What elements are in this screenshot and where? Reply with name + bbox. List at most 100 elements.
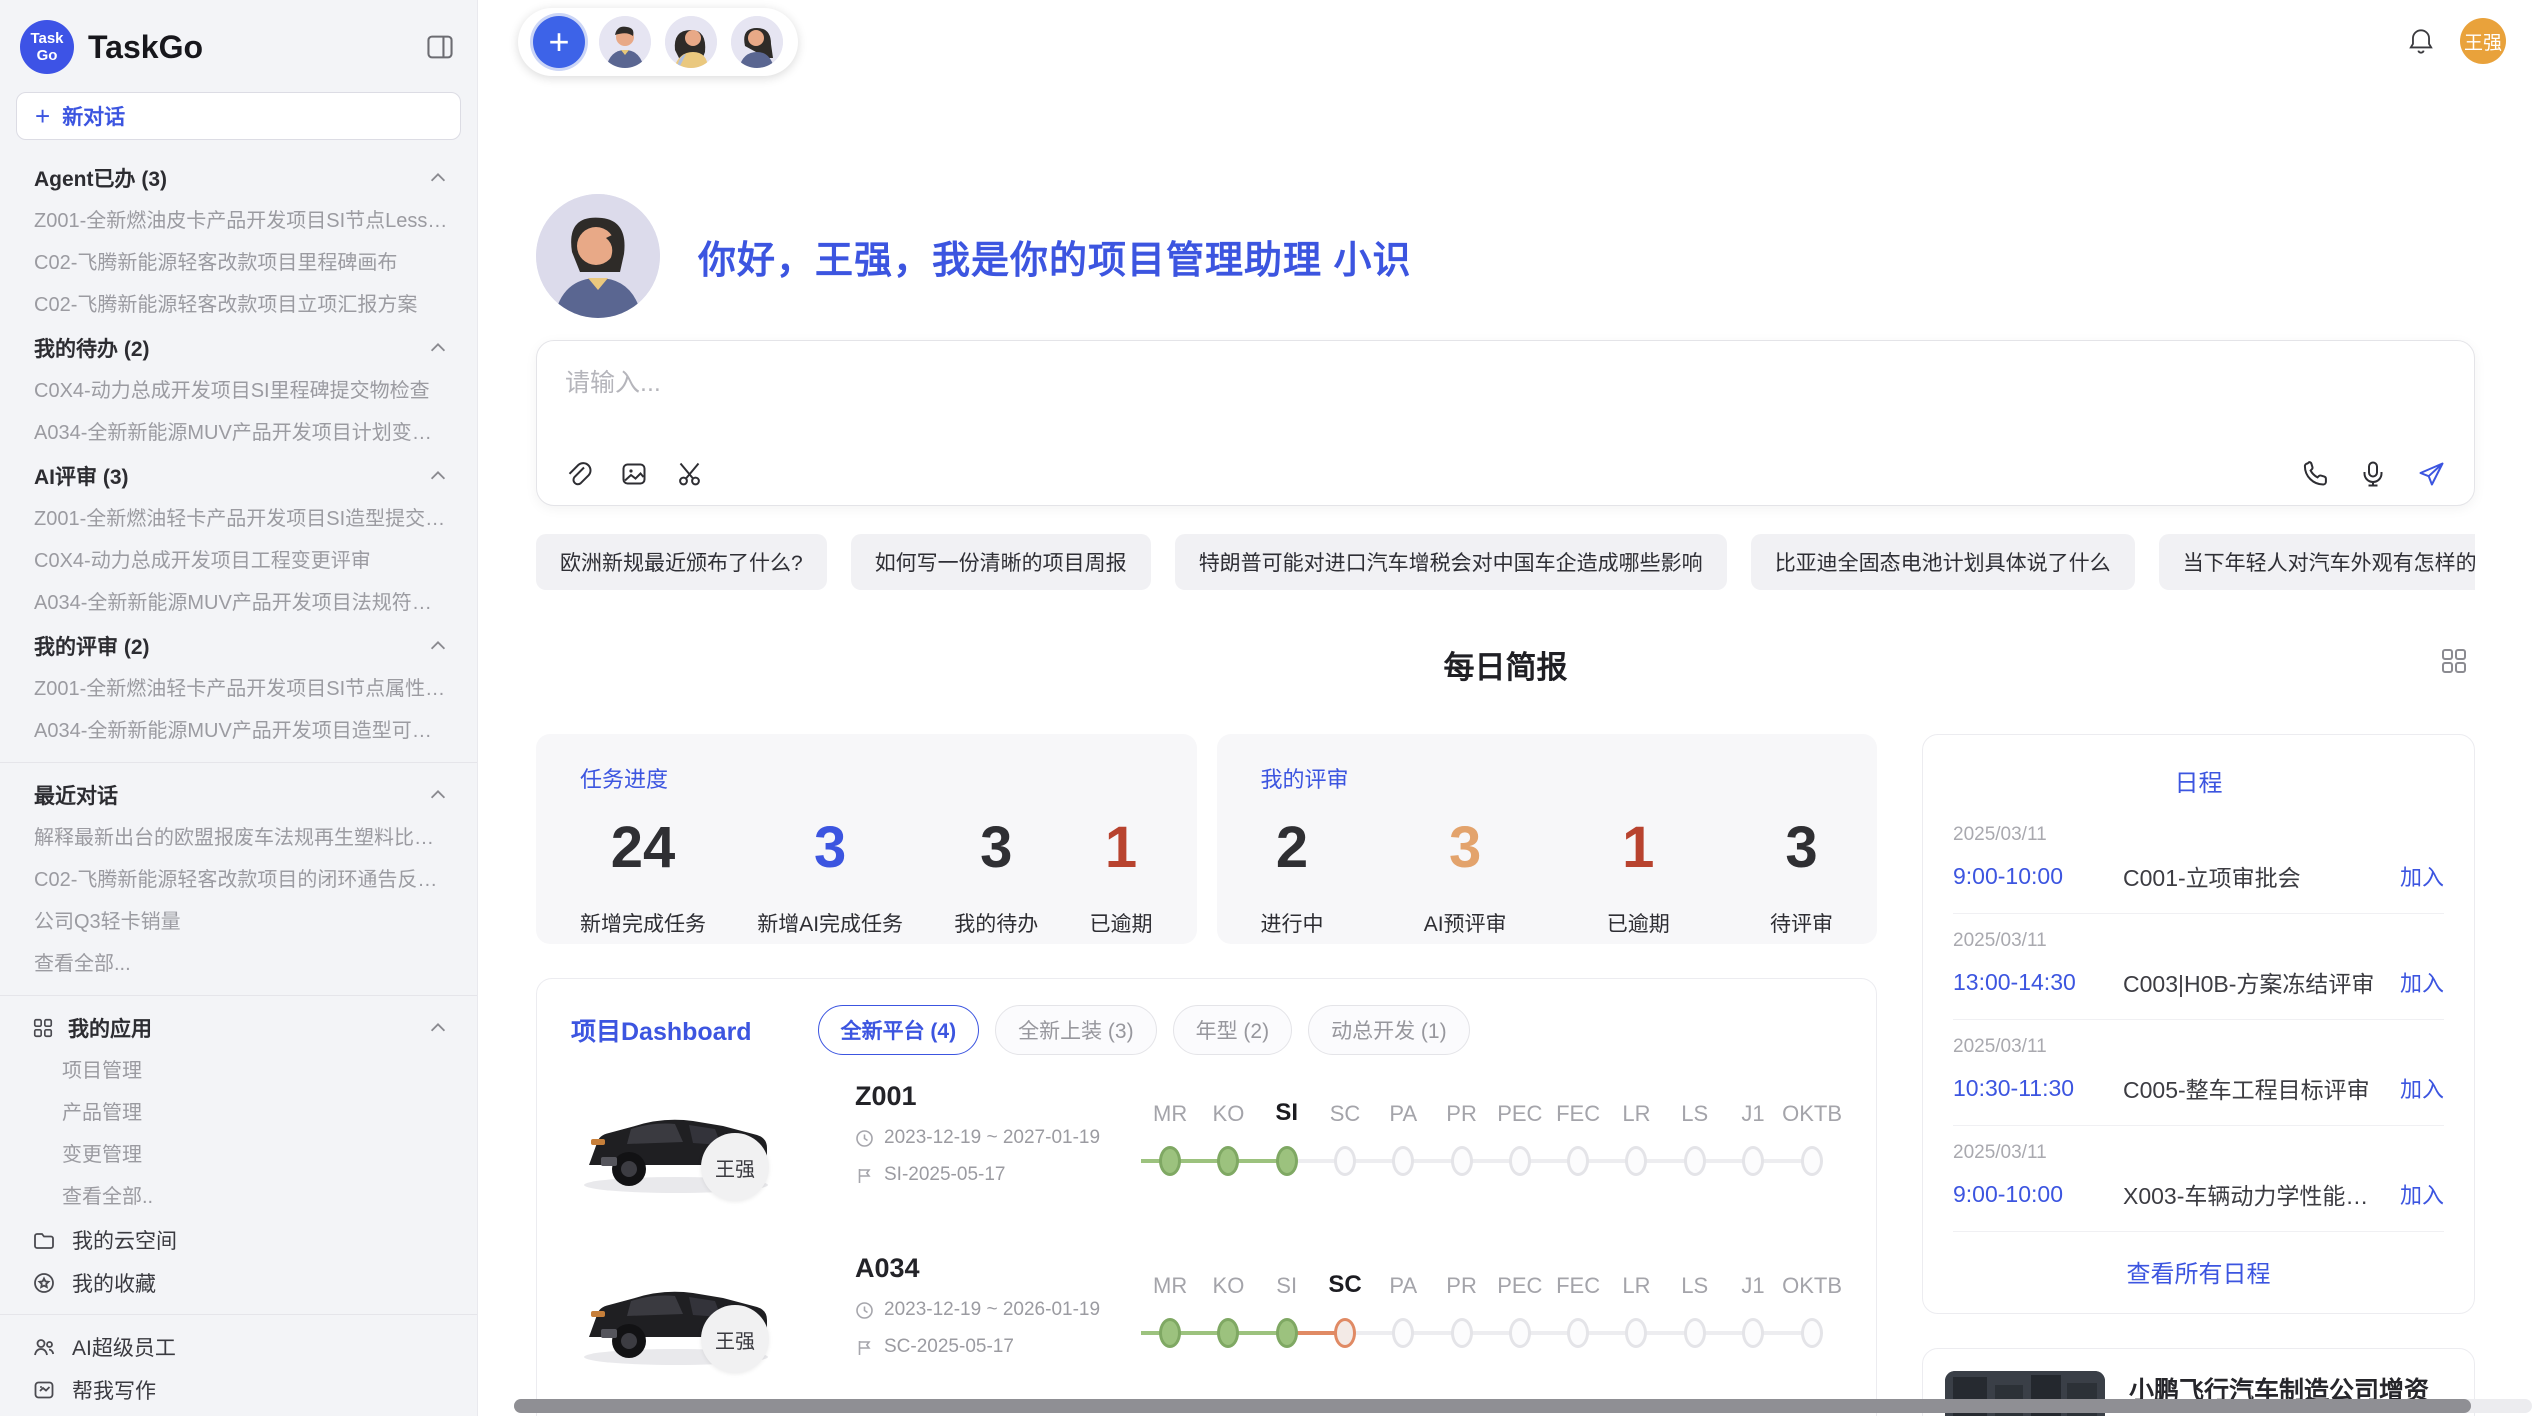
suggestion-chip[interactable]: 如何写一份清晰的项目周报 <box>851 534 1151 590</box>
notifications-bell-icon[interactable] <box>2406 26 2436 56</box>
milestone-dot[interactable] <box>1684 1146 1706 1176</box>
view-all-schedule-link[interactable]: 查看所有日程 <box>1953 1254 2444 1289</box>
sidebar-link-pen[interactable]: 创意制图 <box>0 1411 477 1416</box>
sidebar-item[interactable]: C02-飞腾新能源轻客改款项目里程碑画布 <box>0 242 477 284</box>
sidebar-link-folder[interactable]: 我的云空间 <box>0 1218 477 1261</box>
new-chat-button[interactable]: + 新对话 <box>16 92 461 140</box>
agent-avatar-2[interactable] <box>665 16 717 68</box>
add-agent-button[interactable]: + <box>533 16 585 68</box>
milestone-dot[interactable] <box>1392 1318 1414 1348</box>
project-milestone-text: SC-2025-05-17 <box>884 1336 1014 1358</box>
sidebar-section-header-my-review[interactable]: 我的评审 (2) <box>0 624 477 668</box>
milestone-dot[interactable] <box>1684 1318 1706 1348</box>
sidebar-collapse-icon[interactable] <box>425 32 455 62</box>
milestone-dot[interactable] <box>1217 1146 1239 1176</box>
milestone-dot[interactable] <box>1742 1318 1764 1348</box>
schedule-event: 2025/03/119:00-10:00C001-立项审批会加入 <box>1953 808 2444 914</box>
milestone-dot[interactable] <box>1392 1146 1414 1176</box>
milestone-dot[interactable] <box>1159 1318 1181 1348</box>
sidebar-item[interactable]: 解释最新出台的欧盟报废车法规再生塑料比例被调至15%... <box>0 817 477 859</box>
event-join-link[interactable]: 加入 <box>2400 860 2444 892</box>
project-dates-text: 2023-12-19 ~ 2027-01-19 <box>884 1127 1100 1149</box>
milestone-dot[interactable] <box>1334 1146 1356 1176</box>
sidebar-app-item[interactable]: 查看全部.. <box>0 1176 477 1218</box>
milestone-label: FEC <box>1556 1093 1600 1127</box>
event-join-link[interactable]: 加入 <box>2400 1072 2444 1104</box>
sidebar-item[interactable]: Z001-全新燃油皮卡产品开发项目SI节点Lesson Learn报告 <box>0 200 477 242</box>
sidebar-app-item[interactable]: 项目管理 <box>0 1050 477 1092</box>
milestone-dot[interactable] <box>1801 1146 1823 1176</box>
sidebar-section-header-ai-review[interactable]: AI评审 (3) <box>0 454 477 498</box>
suggestion-chip[interactable]: 欧洲新规最近颁布了什么? <box>536 534 827 590</box>
microphone-icon[interactable] <box>2358 459 2388 489</box>
stat-values: 2进行中3AI预评审1已逾期3待评审 <box>1261 816 1834 938</box>
sidebar-item[interactable]: Z001-全新燃油轻卡产品开发项目SI造型提交物评审 <box>0 498 477 540</box>
chat-input[interactable] <box>563 361 2174 431</box>
milestone-dot[interactable] <box>1509 1318 1531 1348</box>
milestone-dot[interactable] <box>1334 1318 1356 1348</box>
milestone-dot[interactable] <box>1625 1318 1647 1348</box>
sidebar-link-write[interactable]: 帮我写作 <box>0 1368 477 1411</box>
event-join-link[interactable]: 加入 <box>2400 966 2444 998</box>
milestone-dot[interactable] <box>1276 1146 1298 1176</box>
sidebar-section-header-agent-done[interactable]: Agent已办 (3) <box>0 156 477 200</box>
milestone-dot[interactable] <box>1451 1146 1473 1176</box>
sidebar-link-people[interactable]: AI超级员工 <box>0 1325 477 1368</box>
chevron-up-icon <box>427 784 449 806</box>
sidebar-item[interactable]: A034-全新新能源MUV产品开发项目法规符合性评审 <box>0 582 477 624</box>
milestone-dot[interactable] <box>1509 1146 1531 1176</box>
user-avatar[interactable]: 王强 <box>2460 18 2506 64</box>
sidebar-item[interactable]: 公司Q3轻卡销量 <box>0 901 477 943</box>
suggestion-chip[interactable]: 特朗普可能对进口汽车增税会对中国车企造成哪些影响 <box>1175 534 1727 590</box>
suggestion-chip[interactable]: 当下年轻人对汽车外观有怎样的喜好趋势 <box>2159 534 2475 590</box>
sidebar-item[interactable]: A034-全新新能源MUV产品开发项目计划变更类编写 <box>0 412 477 454</box>
sidebar-section-header-my-todo[interactable]: 我的待办 (2) <box>0 326 477 370</box>
milestone-dot-row <box>1491 1311 1549 1355</box>
milestone-label: OKTB <box>1782 1093 1842 1127</box>
sidebar-item[interactable]: A034-全新新能源MUV产品开发项目造型可行性评审 <box>0 710 477 752</box>
sidebar-item[interactable]: C02-飞腾新能源轻客改款项目的闭环通告反馈情况 <box>0 859 477 901</box>
milestone-dot[interactable] <box>1276 1318 1298 1348</box>
agent-avatar-3[interactable] <box>731 16 783 68</box>
dashboard-tab[interactable]: 动总开发 (1) <box>1308 1005 1470 1055</box>
event-join-link[interactable]: 加入 <box>2400 1178 2444 1210</box>
sidebar-link-badge[interactable]: 我的收藏 <box>0 1261 477 1304</box>
dashboard-tab[interactable]: 全新平台 (4) <box>818 1005 980 1055</box>
milestone-dot[interactable] <box>1217 1318 1239 1348</box>
milestone-label: SI <box>1275 1093 1298 1127</box>
sidebar-app-item[interactable]: 变更管理 <box>0 1134 477 1176</box>
attach-file-icon[interactable] <box>563 459 593 489</box>
dashboard-tab[interactable]: 全新上装 (3) <box>995 1005 1157 1055</box>
suggestion-chip[interactable]: 比亚迪全固态电池计划具体说了什么 <box>1751 534 2135 590</box>
milestone-LS: LS <box>1666 1093 1724 1183</box>
horizontal-scrollbar-thumb[interactable] <box>514 1399 2471 1413</box>
schedule-event: 2025/03/119:00-10:00X003-车辆动力学性能验...加入 <box>1953 1126 2444 1232</box>
voice-call-icon[interactable] <box>2300 459 2330 489</box>
flag-icon <box>855 1166 874 1185</box>
milestone-dot[interactable] <box>1742 1146 1764 1176</box>
sidebar-app-item[interactable]: 产品管理 <box>0 1092 477 1134</box>
sidebar-section-header-recent-chats[interactable]: 最近对话 <box>0 773 477 817</box>
milestone-dot[interactable] <box>1567 1318 1589 1348</box>
image-upload-icon[interactable] <box>619 459 649 489</box>
layout-grid-icon[interactable] <box>2439 646 2469 676</box>
sidebar-item[interactable]: C02-飞腾新能源轻客改款项目立项汇报方案 <box>0 284 477 326</box>
milestone-dot[interactable] <box>1451 1318 1473 1348</box>
sidebar-link-label: 我的收藏 <box>72 1268 156 1298</box>
sidebar-item[interactable]: C0X4-动力总成开发项目工程变更评审 <box>0 540 477 582</box>
sidebar-item[interactable]: Z001-全新燃油轻卡产品开发项目SI节点属性5D文件评审 <box>0 668 477 710</box>
send-icon[interactable] <box>2416 459 2446 489</box>
milestone-dot[interactable] <box>1159 1146 1181 1176</box>
milestone-dot-row <box>1258 1139 1316 1183</box>
milestone-dot[interactable] <box>1567 1146 1589 1176</box>
sidebar-item[interactable]: C0X4-动力总成开发项目SI里程碑提交物检查 <box>0 370 477 412</box>
screenshot-scissors-icon[interactable] <box>675 459 705 489</box>
sidebar-item[interactable]: 查看全部... <box>0 943 477 985</box>
dashboard-tab[interactable]: 年型 (2) <box>1173 1005 1293 1055</box>
horizontal-scrollbar-track[interactable] <box>514 1399 2532 1413</box>
milestone-dot[interactable] <box>1625 1146 1647 1176</box>
agent-avatar-1[interactable] <box>599 16 651 68</box>
sidebar-section-my-apps[interactable]: 我的应用 <box>0 1006 477 1050</box>
project-info: Z0012023-12-19 ~ 2027-01-19SI-2025-05-17 <box>855 1077 1115 1186</box>
milestone-dot[interactable] <box>1801 1318 1823 1348</box>
